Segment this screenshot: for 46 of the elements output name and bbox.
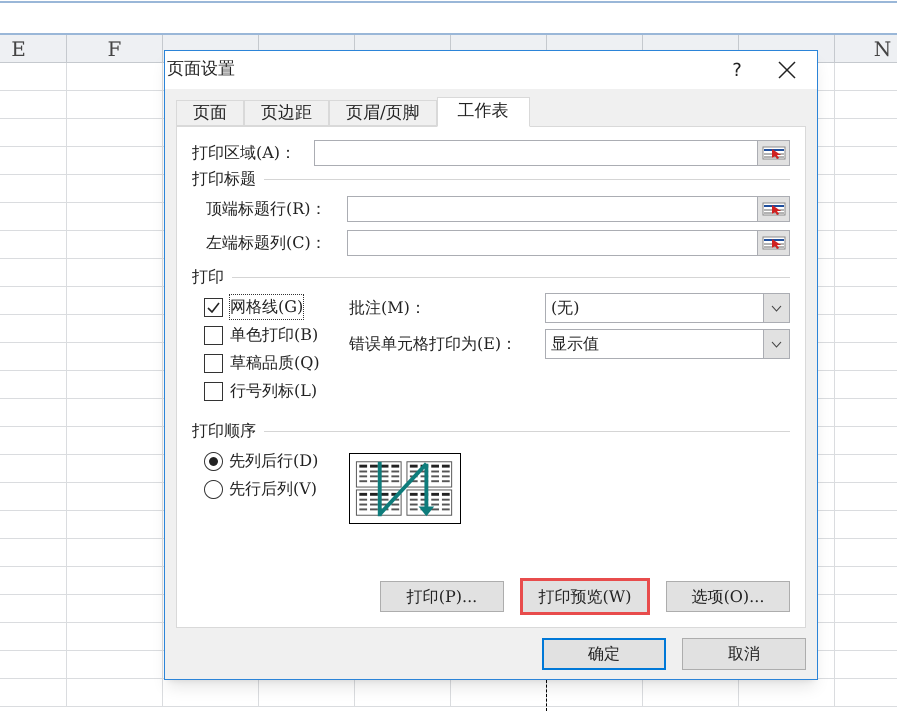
check-icon [207, 302, 220, 312]
section-heading: 打印标题 [192, 168, 256, 190]
chevron-down-icon [771, 340, 782, 348]
input-field[interactable] [347, 230, 790, 256]
tab[interactable]: 页面 [176, 100, 244, 126]
dialog-button[interactable]: 打印预览(W) [520, 578, 650, 615]
dropdown[interactable]: 显示值 [545, 329, 790, 359]
tab[interactable]: 页眉/页脚 [329, 100, 437, 126]
radio-button[interactable] [204, 452, 223, 470]
column-header[interactable]: F [108, 34, 122, 64]
checkbox-label: 单色打印(B) [229, 324, 320, 346]
dialog-button[interactable]: 选项(O)... [666, 581, 790, 612]
tab[interactable]: 工作表 [436, 97, 530, 127]
radio-label: 先行后列(V) [229, 478, 318, 500]
range-select-icon[interactable] [762, 201, 786, 217]
range-select-icon[interactable] [762, 145, 786, 161]
column-header[interactable]: E [11, 34, 26, 64]
section-heading: 打印 [192, 266, 224, 288]
dialog-button[interactable]: 确定 [542, 638, 666, 670]
field-label: 打印区域(A)： [192, 142, 298, 164]
checkbox[interactable] [204, 326, 223, 344]
input-field[interactable] [347, 196, 790, 222]
dropdown-label: 错误单元格打印为(E)： [349, 333, 518, 355]
dialog-button[interactable]: 打印(P)... [380, 581, 504, 612]
field-label: 左端标题列(C)： [206, 232, 328, 254]
input-field[interactable] [314, 140, 790, 166]
tab[interactable]: 页边距 [244, 100, 329, 126]
section-heading: 打印顺序 [192, 420, 256, 442]
checkbox-label: 行号列标(L) [229, 380, 318, 402]
radio-button[interactable] [204, 480, 223, 498]
field-label: 顶端标题行(R)： [206, 198, 328, 220]
checkbox[interactable] [204, 298, 223, 316]
window-title: 页面设置 [167, 58, 236, 82]
dropdown-label: 批注(M)： [349, 297, 427, 319]
range-select-icon[interactable] [762, 235, 786, 251]
dropdown[interactable]: (无) [545, 293, 790, 323]
radio-label: 先列后行(D) [229, 450, 318, 472]
checkbox-label: 网格线(G) [229, 294, 304, 320]
close-icon [778, 61, 796, 79]
checkbox-label: 草稿品质(Q) [229, 352, 321, 374]
chevron-down-icon [771, 304, 782, 312]
column-header[interactable]: N [874, 34, 892, 64]
checkbox[interactable] [204, 382, 223, 400]
checkbox[interactable] [204, 354, 223, 372]
dialog-button[interactable]: 取消 [682, 638, 806, 670]
help-button[interactable]: ? [717, 52, 757, 88]
